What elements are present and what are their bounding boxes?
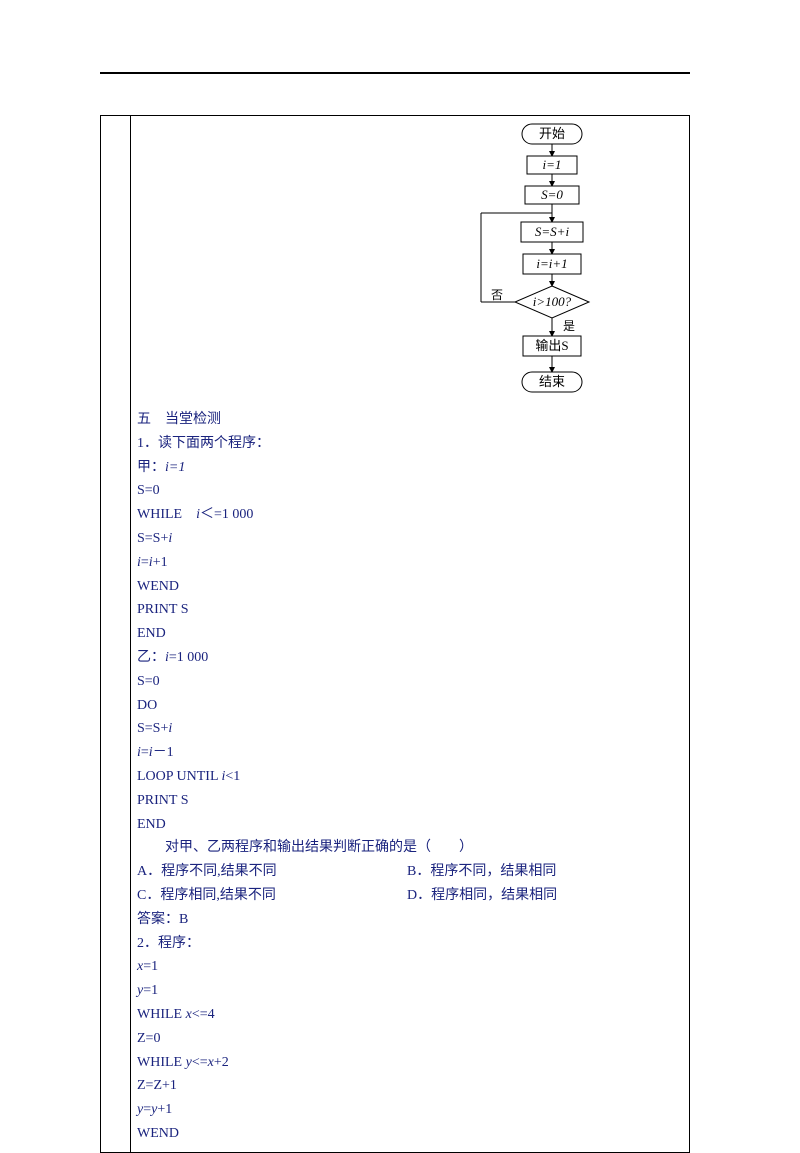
q1-question: 对甲、乙两程序和输出结果判断正确的是（ ） [137,836,683,860]
yi-6: PRINT S [137,789,683,813]
q2-5: Z=Z+1 [137,1074,683,1098]
fc-s3: S=S+i [535,224,570,239]
option-c: C．程序相同,结果不同 [137,884,407,908]
fc-start: 开始 [539,126,565,141]
jia-4: i=i+1 [137,551,683,575]
jia-3: S=S+i [137,527,683,551]
q2-intro: 2．程序： [137,932,683,956]
fc-s4: i=i+1 [536,256,567,271]
yi-2: DO [137,694,683,718]
content-column: 开始 i=1 S=0 S=S+i i=i+1 [131,116,689,1152]
q2-6: y=y+1 [137,1098,683,1122]
jia-2: WHILE i＜=1 000 [137,503,683,527]
yi-3: S=S+i [137,717,683,741]
document-frame: 开始 i=1 S=0 S=S+i i=i+1 [100,115,690,1153]
yi-5: LOOP UNTIL i<1 [137,765,683,789]
option-a: A．程序不同,结果不同 [137,860,407,884]
q2-4: WHILE y<=x+2 [137,1051,683,1075]
option-row-2: C．程序相同,结果不同 D．程序相同，结果相同 [137,884,683,908]
section-title: 五 当堂检测 [137,408,683,432]
yi-1: S=0 [137,670,683,694]
fc-end: 结束 [539,374,565,389]
fc-s1: i=1 [543,157,562,172]
option-d: D．程序相同，结果相同 [407,884,683,908]
jia-7: END [137,622,683,646]
fc-yes: 是 [563,319,575,333]
option-row-1: A．程序不同,结果不同 B．程序不同，结果相同 [137,860,683,884]
header-rule [100,72,690,74]
jia-label: 甲：i=1 [137,456,683,480]
fc-no: 否 [491,288,503,302]
answer-1: 答案：B [137,908,683,932]
q2-2: WHILE x<=4 [137,1003,683,1027]
q1-intro: 1．读下面两个程序： [137,432,683,456]
jia-5: WEND [137,575,683,599]
fc-dec: i>100? [533,294,572,309]
yi-4: i=i－1 [137,741,683,765]
text-content: 五 当堂检测 1．读下面两个程序： 甲：i=1 S=0 WHILE i＜=1 0… [137,408,683,1146]
jia-1: S=0 [137,479,683,503]
yi-7: END [137,813,683,837]
margin-column [101,116,131,1152]
fc-out: 输出S [535,338,568,353]
q2-7: WEND [137,1122,683,1146]
flowchart-diagram: 开始 i=1 S=0 S=S+i i=i+1 [437,122,637,402]
q2-1: y=1 [137,979,683,1003]
yi-label: 乙：i=1 000 [137,646,683,670]
q2-0: x=1 [137,955,683,979]
option-b: B．程序不同，结果相同 [407,860,683,884]
fc-s2: S=0 [541,187,563,202]
jia-6: PRINT S [137,598,683,622]
q2-3: Z=0 [137,1027,683,1051]
